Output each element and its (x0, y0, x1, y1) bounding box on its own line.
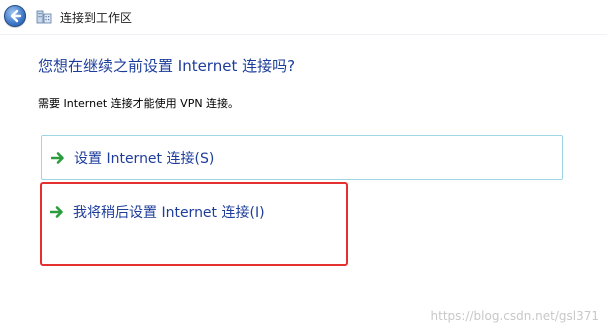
setup-later-option[interactable]: 我将稍后设置 Internet 连接(I) (41, 188, 563, 233)
page-description: 需要 Internet 连接才能使用 VPN 连接。 (38, 97, 240, 110)
window-title: 连接到工作区 (60, 11, 133, 25)
setup-internet-label: 设置 Internet 连接(S) (74, 151, 215, 167)
network-workplace-icon (36, 10, 52, 24)
green-arrow-icon (51, 152, 64, 164)
wizard-window: 连接到工作区 您想在继续之前设置 Internet 连接吗? 需要 Intern… (0, 0, 607, 331)
setup-later-label: 我将稍后设置 Internet 连接(I) (73, 205, 265, 221)
title-bar: 连接到工作区 (0, 0, 607, 35)
back-arrow-icon (10, 9, 22, 23)
setup-internet-option[interactable]: 设置 Internet 连接(S) (41, 135, 563, 180)
page-heading: 您想在继续之前设置 Internet 连接吗? (38, 57, 296, 75)
green-arrow-icon (50, 206, 63, 218)
back-button[interactable] (4, 5, 26, 27)
watermark: https://blog.csdn.net/gsl371 (430, 309, 599, 323)
